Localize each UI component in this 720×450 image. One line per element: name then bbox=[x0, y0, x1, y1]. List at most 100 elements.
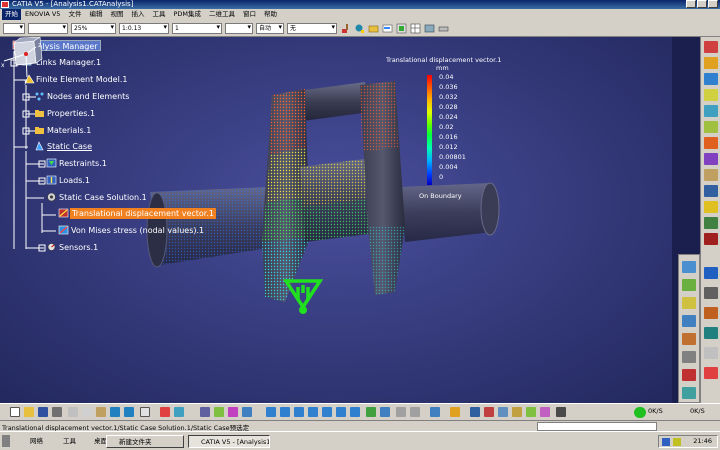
maximize-button[interactable] bbox=[697, 0, 707, 8]
network-icon[interactable] bbox=[662, 438, 670, 446]
task-new-folder[interactable]: 新建文件夹 bbox=[106, 435, 184, 448]
compute-tool-icon[interactable] bbox=[704, 201, 718, 213]
view-iso-icon[interactable] bbox=[682, 261, 696, 273]
style-combo[interactable] bbox=[28, 22, 68, 34]
swap-visible-icon[interactable] bbox=[682, 387, 696, 399]
zoom-out-icon[interactable] bbox=[336, 407, 346, 417]
copy-icon[interactable] bbox=[82, 407, 92, 417]
taskbar-network[interactable]: 网络 bbox=[30, 435, 43, 447]
analysis-tool-icon[interactable] bbox=[704, 41, 718, 53]
catalog-icon[interactable] bbox=[200, 407, 210, 417]
tree-item-nodes-elements[interactable]: Nodes and Elements bbox=[47, 91, 129, 102]
undo-icon[interactable] bbox=[110, 407, 120, 417]
new-file-icon[interactable] bbox=[10, 407, 20, 417]
sensor-tool-icon[interactable] bbox=[704, 267, 718, 279]
info-tool-icon[interactable] bbox=[704, 367, 718, 379]
redo-icon[interactable] bbox=[124, 407, 134, 417]
view-top-icon[interactable] bbox=[682, 297, 696, 309]
close-button[interactable] bbox=[708, 0, 718, 8]
compass-icon[interactable]: y x z bbox=[0, 37, 48, 85]
menu-help[interactable]: 帮助 bbox=[260, 9, 281, 20]
command-input[interactable] bbox=[537, 422, 657, 431]
fit-all-icon[interactable] bbox=[280, 407, 290, 417]
cut-plane-icon[interactable] bbox=[498, 407, 508, 417]
taskbar-tools[interactable]: 工具 bbox=[63, 435, 76, 447]
scale-tool-icon[interactable] bbox=[438, 23, 449, 34]
measure-icon[interactable] bbox=[430, 407, 440, 417]
analysis-icon[interactable] bbox=[450, 407, 460, 417]
layer-combo[interactable]: 自动 bbox=[256, 22, 284, 34]
amplification-icon[interactable] bbox=[512, 407, 522, 417]
tree-item-properties[interactable]: Properties.1 bbox=[47, 108, 95, 119]
rotate-icon[interactable] bbox=[308, 407, 318, 417]
shading-icon[interactable] bbox=[682, 333, 696, 345]
tree-item-loads[interactable]: Loads.1 bbox=[59, 175, 90, 186]
paste-icon[interactable] bbox=[96, 407, 106, 417]
tree-item-sensors[interactable]: Sensors.1 bbox=[59, 242, 98, 253]
tree-item-von-mises-stress[interactable]: Von Mises stress (nodal values).1 bbox=[71, 225, 204, 236]
menu-tools[interactable]: 工具 bbox=[148, 9, 169, 20]
property-tool-icon[interactable] bbox=[354, 23, 365, 34]
connection-tool-icon[interactable] bbox=[704, 169, 718, 181]
menu-pdm[interactable]: PDM集成 bbox=[169, 9, 205, 20]
quick-view-icon[interactable] bbox=[366, 407, 376, 417]
menu-insert[interactable]: 插入 bbox=[127, 9, 148, 20]
tree-item-finite-element-model[interactable]: Finite Element Model.1 bbox=[36, 74, 127, 85]
deformation-tool-icon[interactable] bbox=[704, 287, 718, 299]
workbench-tool-icon[interactable] bbox=[424, 23, 435, 34]
extrema-icon[interactable] bbox=[526, 407, 536, 417]
table-tool-icon[interactable] bbox=[410, 23, 421, 34]
fx-icon[interactable] bbox=[160, 407, 170, 417]
folder-icon[interactable] bbox=[368, 23, 379, 34]
view-mode-icon[interactable] bbox=[380, 407, 390, 417]
menu-start[interactable]: 开始 bbox=[2, 9, 21, 20]
cut-plane-tool-icon[interactable] bbox=[704, 327, 718, 339]
tree-item-translational-displacement[interactable]: Translational displacement vector.1 bbox=[70, 208, 216, 219]
filter-combo[interactable]: 无 bbox=[287, 22, 337, 34]
material-tool-icon[interactable] bbox=[704, 89, 718, 101]
animate-icon[interactable] bbox=[484, 407, 494, 417]
zoom-in-icon[interactable] bbox=[322, 407, 332, 417]
hide-icon[interactable] bbox=[396, 407, 406, 417]
pressure-tool-icon[interactable] bbox=[704, 137, 718, 149]
color-combo[interactable] bbox=[3, 22, 25, 34]
color-legend[interactable]: Translational displacement vector.1 mm 0… bbox=[386, 56, 506, 200]
3d-viewport[interactable]: Analysis Manager Links Manager.1 Finite … bbox=[0, 37, 672, 403]
paint-brush-icon[interactable] bbox=[340, 23, 351, 34]
extrema-tool-icon[interactable] bbox=[704, 347, 718, 359]
virtual-part-icon[interactable] bbox=[704, 185, 718, 197]
line-type-combo[interactable]: 1:0.13 bbox=[119, 22, 169, 34]
law-icon[interactable] bbox=[242, 407, 252, 417]
view-side-icon[interactable] bbox=[682, 315, 696, 327]
tree-item-static-case[interactable]: Static Case bbox=[47, 141, 92, 152]
menu-view[interactable]: 视图 bbox=[106, 9, 127, 20]
report-tool-icon[interactable] bbox=[704, 233, 718, 245]
help-icon[interactable] bbox=[140, 407, 150, 417]
info-icon[interactable] bbox=[540, 407, 550, 417]
pan-icon[interactable] bbox=[294, 407, 304, 417]
grid-tool-icon[interactable] bbox=[396, 23, 407, 34]
tree-item-materials[interactable]: Materials.1 bbox=[47, 125, 91, 136]
zoom-combo[interactable]: 25% bbox=[71, 22, 116, 34]
open-file-icon[interactable] bbox=[24, 407, 34, 417]
tree-item-static-case-solution[interactable]: Static Case Solution.1 bbox=[59, 192, 147, 203]
hide-show-icon[interactable] bbox=[682, 369, 696, 381]
tree-item-restraints[interactable]: Restraints.1 bbox=[59, 158, 107, 169]
load-tool-icon[interactable] bbox=[704, 121, 718, 133]
line-weight-combo[interactable]: 1 bbox=[172, 22, 222, 34]
menu-edit[interactable]: 编辑 bbox=[85, 9, 106, 20]
task-catia[interactable]: CATIA V5 - [Analysis1.C... bbox=[188, 435, 270, 448]
volume-icon[interactable] bbox=[673, 438, 681, 446]
view-front-icon[interactable] bbox=[682, 279, 696, 291]
menu-2d-tools[interactable]: 二维工具 bbox=[205, 9, 239, 20]
mass-tool-icon[interactable] bbox=[704, 153, 718, 165]
menu-enovia[interactable]: ENOVIA V5 bbox=[21, 9, 64, 20]
minimize-button[interactable] bbox=[686, 0, 696, 8]
mesh-tool-icon[interactable] bbox=[704, 57, 718, 69]
design-table-icon[interactable] bbox=[228, 407, 238, 417]
wireframe-icon[interactable] bbox=[682, 351, 696, 363]
generate-report-icon[interactable] bbox=[556, 407, 566, 417]
knowledge-icon[interactable] bbox=[214, 407, 224, 417]
restraint-tool-icon[interactable] bbox=[704, 105, 718, 117]
point-combo[interactable] bbox=[225, 22, 253, 34]
